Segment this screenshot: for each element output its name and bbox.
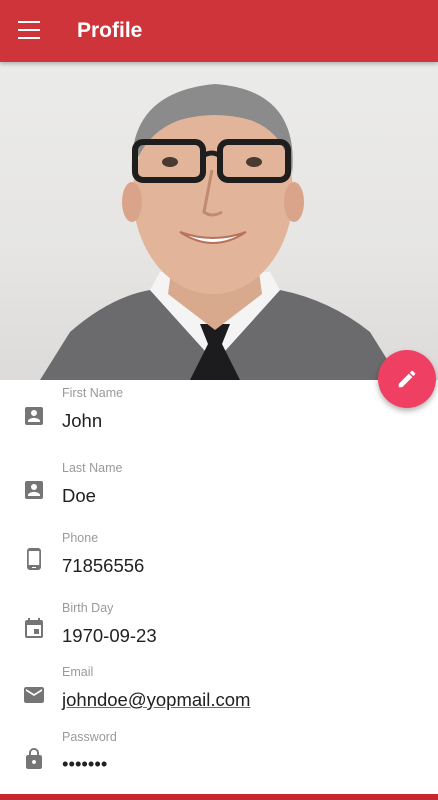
edit-pencil-icon [398,370,416,388]
account-box-icon [25,481,43,499]
calendar-icon [25,618,43,638]
lock-icon [26,748,42,769]
menu-icon[interactable] [18,21,40,39]
phone-icon [27,548,41,570]
bottom-bar [0,794,438,800]
field-email[interactable]: Email johndoe@yopmail.com [0,660,438,730]
account-box-icon [25,407,43,425]
field-label: Last Name [62,461,123,475]
field-label: Email [62,665,94,679]
field-label: Phone [62,531,99,545]
field-label: Birth Day [62,601,114,615]
field-last-name[interactable]: Last Name Doe [0,455,438,530]
field-value[interactable]: Doe [62,485,96,507]
page-title: Profile [77,19,143,42]
field-value[interactable]: 1970-09-23 [62,625,157,647]
field-value[interactable]: John [62,410,102,432]
field-value[interactable]: ••••••• [62,753,107,775]
field-phone[interactable]: Phone 71856556 [0,525,438,595]
field-value[interactable]: johndoe@yopmail.com [62,689,250,711]
email-icon [24,687,44,703]
edit-profile-button[interactable] [378,350,436,408]
field-label: Password [62,730,117,744]
field-first-name[interactable]: First Name John [0,380,438,455]
field-value[interactable]: 71856556 [62,555,144,577]
field-birth-day[interactable]: Birth Day 1970-09-23 [0,595,438,660]
field-label: First Name [62,386,124,400]
field-password[interactable]: Password ••••••• [0,725,438,794]
profile-photo-illustration [40,84,400,380]
app-bar: Profile [0,0,438,62]
profile-photo [0,62,438,380]
